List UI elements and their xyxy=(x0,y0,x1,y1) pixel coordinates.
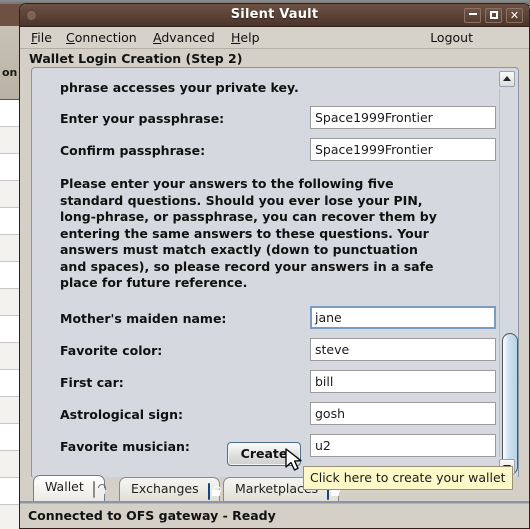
confirm-passphrase-row: Confirm passphrase: Space1999Frontier xyxy=(60,138,496,166)
mothers-maiden-name-input[interactable]: jane xyxy=(310,305,496,329)
page-title: Wallet Login Creation (Step 2) xyxy=(20,49,529,69)
form-panel-content: phrase accesses your private key. Enter … xyxy=(32,68,496,478)
favorite-color-input[interactable]: steve xyxy=(310,337,496,361)
confirm-passphrase-input[interactable]: Space1999Frontier xyxy=(310,138,496,161)
create-button[interactable]: Create xyxy=(226,442,302,466)
status-bar: Connected to OFS gateway - Ready xyxy=(20,503,529,528)
scrollbar-track[interactable] xyxy=(499,89,518,475)
menu-bar: File Connection Advanced Help Logout xyxy=(20,27,529,49)
lock-icon xyxy=(207,483,210,500)
close-icon[interactable]: ✕ xyxy=(506,8,523,23)
lead-text: phrase accesses your private key. xyxy=(60,80,299,95)
tab-exchanges[interactable]: Exchanges xyxy=(119,477,220,501)
passphrase-row: Enter your passphrase: Space1999Frontier xyxy=(60,106,496,134)
first-car-input[interactable]: bill xyxy=(310,369,496,393)
tab-wallet[interactable]: Wallet xyxy=(33,475,105,501)
vertical-scrollbar[interactable] xyxy=(497,69,518,477)
status-text: Connected to OFS gateway - Ready xyxy=(28,508,276,523)
question-row-favorite-color: Favorite color: steve xyxy=(60,337,496,366)
title-bar[interactable]: Silent Vault ✕ xyxy=(20,4,529,27)
passphrase-input[interactable]: Space1999Frontier xyxy=(310,106,496,129)
passphrase-label: Enter your passphrase: xyxy=(60,111,225,126)
menu-item-file[interactable]: File xyxy=(29,30,54,45)
create-button-row: Create xyxy=(32,442,496,466)
background-window-label: on xyxy=(2,66,18,79)
menu-item-logout[interactable]: Logout xyxy=(428,30,475,45)
instructions-paragraph: Please enter your answers to the followi… xyxy=(60,176,437,290)
question-row-mothers-maiden-name: Mother's maiden name: jane xyxy=(60,305,496,334)
tab-wallet-label: Wallet xyxy=(45,479,84,494)
tooltip-content: Click here to create your wallet xyxy=(303,466,513,490)
application-window: Silent Vault ✕ File Connection Advanced … xyxy=(19,3,530,529)
minimize-button[interactable] xyxy=(464,8,481,23)
tab-exchanges-label: Exchanges xyxy=(131,481,199,496)
first-car-label: First car: xyxy=(60,374,124,390)
astrological-sign-label: Astrological sign: xyxy=(60,406,183,422)
scrollbar-thumb[interactable] xyxy=(502,333,518,475)
astrological-sign-input[interactable]: gosh xyxy=(310,401,496,425)
menu-item-connection[interactable]: Connection xyxy=(64,30,139,45)
favorite-color-label: Favorite color: xyxy=(60,342,163,358)
question-row-first-car: First car: bill xyxy=(60,369,496,398)
maximize-button[interactable] xyxy=(485,8,502,23)
menu-item-help[interactable]: Help xyxy=(229,30,262,45)
question-row-astrological-sign: Astrological sign: gosh xyxy=(60,401,496,430)
confirm-passphrase-label: Confirm passphrase: xyxy=(60,143,206,158)
unlocked-padlock-icon xyxy=(92,481,95,498)
mothers-maiden-name-label: Mother's maiden name: xyxy=(60,310,227,326)
window-title: Silent Vault xyxy=(230,7,319,22)
menu-item-advanced[interactable]: Advanced xyxy=(151,30,217,45)
form-panel: phrase accesses your private key. Enter … xyxy=(31,67,519,479)
scroll-up-arrow-icon[interactable] xyxy=(499,71,515,87)
